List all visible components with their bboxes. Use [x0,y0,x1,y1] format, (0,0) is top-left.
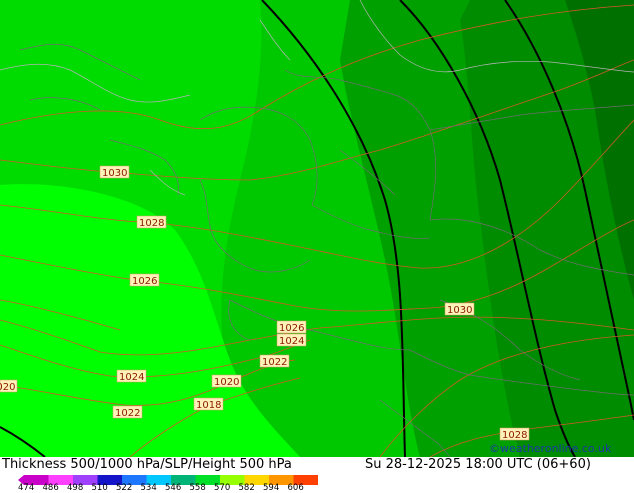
color-scale-label: 546 [165,483,182,493]
color-scale-label: 558 [189,483,206,493]
svg-text:1030: 1030 [447,305,472,316]
color-scale-label: 510 [91,483,108,493]
isobar-label: 1018 [193,397,224,411]
valid-time: Su 28-12-2025 18:00 UTC (06+60) [365,457,591,472]
isobar-label: 1028 [136,215,167,229]
isobar-label: 1026 [129,273,160,287]
color-scale-label: 474 [18,483,35,493]
map-footer: Thickness 500/1000 hPa/SLP/Height 500 hP… [0,442,634,493]
isobar-label: 1030 [444,302,475,316]
svg-text:1030: 1030 [102,168,127,179]
color-scale-label: 594 [263,483,280,493]
color-scale-legend: 474 486 498 510 522 534 546 558 570 582 594 606 [18,472,318,493]
svg-text:1024: 1024 [279,336,304,347]
color-scale-label: 534 [140,483,157,493]
isobar-label: 1024 [276,333,307,347]
svg-text:1020: 1020 [0,382,15,393]
svg-text:1026: 1026 [132,276,157,287]
svg-text:1022: 1022 [115,408,140,419]
isobar-label: 1020 [0,379,18,393]
isobar-label: 1020 [211,374,242,388]
color-scale-label: 486 [42,483,59,493]
map-title: Thickness 500/1000 hPa/SLP/Height 500 hP… [2,457,292,472]
svg-text:1020: 1020 [214,377,239,388]
color-scale-label: 582 [238,483,255,493]
isobar-label: 1030 [99,165,130,179]
isobar-label: 1028 [499,427,530,441]
svg-text:1026: 1026 [279,323,304,334]
isobar-label: 1022 [259,354,290,368]
isobar-label: 1026 [276,320,307,334]
color-scale-label: 570 [214,483,231,493]
svg-text:1018: 1018 [196,400,221,411]
color-scale-label: 522 [116,483,133,493]
svg-text:1028: 1028 [502,430,527,441]
color-scale-label: 606 [287,483,304,493]
color-scale-label: 498 [67,483,84,493]
isobar-label: 1024 [116,369,147,383]
svg-text:1028: 1028 [139,218,164,229]
isobar-label: 1022 [112,405,143,419]
svg-text:1022: 1022 [262,357,287,368]
credit-link[interactable]: ©weatheronline.co.uk [489,442,611,455]
svg-text:1024: 1024 [119,372,144,383]
weather-map: 1030 1028 1026 1024 1022 1020 1018 1026 … [0,0,634,458]
